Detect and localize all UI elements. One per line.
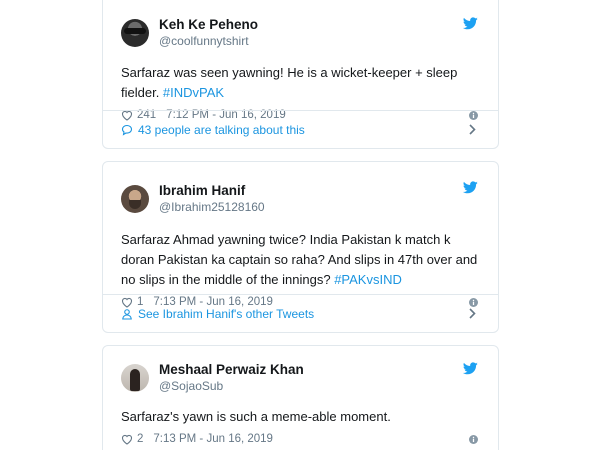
tweet-text-body: Sarfaraz's yawn is such a meme-able mome… (121, 409, 391, 424)
tweet-text: Sarfaraz's yawn is such a meme-able mome… (121, 407, 480, 427)
display-name[interactable]: Keh Ke Peheno (159, 17, 258, 33)
info-icon[interactable] (469, 434, 478, 444)
person-icon (122, 308, 132, 320)
user-handle[interactable]: @coolfunnytshirt (159, 34, 258, 48)
user-handle[interactable]: @Ibrahim25128160 (159, 200, 265, 214)
display-name[interactable]: Meshaal Perwaiz Khan (159, 362, 304, 378)
tweet-header: Ibrahim Hanif @Ibrahim25128160 (121, 181, 480, 217)
tweet-text: Sarfaraz Ahmad yawning twice? India Paki… (121, 230, 480, 290)
tweet-footer-link[interactable]: See Ibrahim Hanif's other Tweets (103, 294, 498, 332)
comment-bubble-icon (121, 124, 133, 136)
like-count: 2 (137, 433, 144, 445)
tweet-card[interactable]: Meshaal Perwaiz Khan @SojaoSub Sarfaraz'… (102, 345, 499, 450)
tweet-header: Meshaal Perwaiz Khan @SojaoSub (121, 360, 480, 396)
tweet-card[interactable]: Ibrahim Hanif @Ibrahim25128160 Sarfaraz … (102, 161, 499, 333)
twitter-bird-icon[interactable] (463, 17, 478, 30)
hashtag-link[interactable]: #PAKvsIND (334, 272, 402, 287)
tweet-text-body: Sarfaraz Ahmad yawning twice? India Paki… (121, 232, 478, 287)
user-handle[interactable]: @SojaoSub (159, 379, 304, 393)
chevron-right-icon (469, 308, 476, 319)
footer-label: 43 people are talking about this (138, 122, 305, 137)
footer-label: See Ibrahim Hanif's other Tweets (138, 306, 315, 321)
timestamp[interactable]: 7:13 PM - Jun 16, 2019 (153, 433, 273, 445)
tweet-header: Keh Ke Peheno @coolfunnytshirt (121, 15, 480, 51)
hashtag-link[interactable]: #INDvPAK (163, 85, 224, 100)
tweet-text: Sarfaraz was seen yawning! He is a wicke… (121, 63, 480, 103)
avatar[interactable] (121, 19, 149, 47)
chevron-right-icon (469, 124, 476, 135)
tweet-meta: 2 7:13 PM - Jun 16, 2019 (121, 429, 480, 449)
display-name[interactable]: Ibrahim Hanif (159, 183, 265, 199)
twitter-bird-icon[interactable] (463, 181, 478, 194)
tweet-footer-link[interactable]: 43 people are talking about this (103, 110, 498, 148)
tweet-card[interactable]: Keh Ke Peheno @coolfunnytshirt Sarfaraz … (102, 0, 499, 149)
heart-icon[interactable] (121, 434, 133, 445)
avatar[interactable] (121, 185, 149, 213)
avatar[interactable] (121, 364, 149, 392)
twitter-bird-icon[interactable] (463, 362, 478, 375)
